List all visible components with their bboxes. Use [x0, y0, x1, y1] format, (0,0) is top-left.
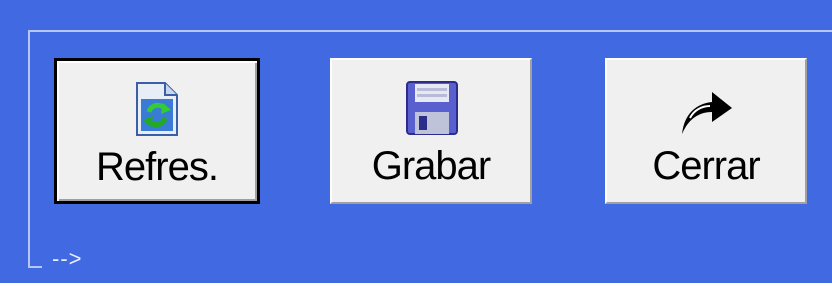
group-frame-left: [28, 30, 30, 268]
group-frame-bottom: [28, 266, 42, 268]
refresh-button[interactable]: Refres.: [54, 58, 260, 204]
curved-arrow-icon: [676, 78, 736, 138]
refresh-document-icon: [127, 79, 187, 139]
arrow-indicator: -->: [52, 246, 83, 271]
close-button-label: Cerrar: [652, 144, 760, 188]
refresh-button-label: Refres.: [96, 145, 219, 189]
toolbar-panel: Refres. Grabar Cerrar -->: [0, 0, 832, 283]
save-button-label: Grabar: [371, 144, 492, 188]
group-frame-top: [28, 30, 832, 32]
close-button[interactable]: Cerrar: [605, 58, 807, 204]
floppy-disk-icon: [401, 78, 461, 138]
save-button[interactable]: Grabar: [330, 58, 532, 204]
